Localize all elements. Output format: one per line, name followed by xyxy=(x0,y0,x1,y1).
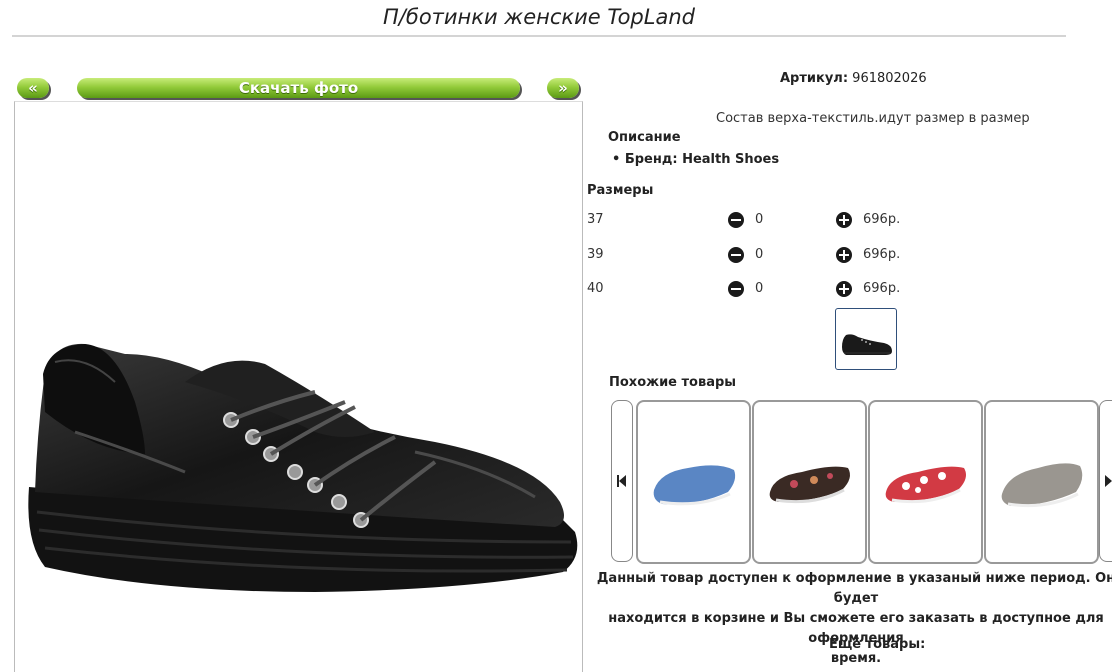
floral-slip-on-shoe-icon xyxy=(769,466,850,504)
similar-item[interactable] xyxy=(636,400,751,564)
composition-text: Состав верха-текстиль.идут размер в разм… xyxy=(716,111,1030,126)
blue-slip-on-shoe-icon xyxy=(653,465,736,506)
chevron-right-icon xyxy=(1105,475,1112,487)
price-value: 696р. xyxy=(863,281,901,296)
size-row: 37 0 696р. xyxy=(587,210,917,230)
carousel-prev-button[interactable] xyxy=(611,400,633,562)
red-pattern-slip-on-shoe-icon xyxy=(885,466,966,504)
brand-item: • Бренд: Health Shoes xyxy=(612,152,780,167)
size-value: 39 xyxy=(587,247,604,262)
notice-line: Данный товар доступен к оформление в ука… xyxy=(596,571,1112,606)
product-photo xyxy=(14,101,583,672)
black-sneaker-image xyxy=(28,343,578,592)
brand-text: Бренд: Health Shoes xyxy=(624,152,780,167)
plus-icon[interactable] xyxy=(836,212,852,228)
quantity-value: 0 xyxy=(755,247,764,262)
grey-slip-on-shoe-icon xyxy=(1001,463,1083,508)
notice-line: время. xyxy=(830,651,882,666)
plus-icon[interactable] xyxy=(836,281,852,297)
quantity-value: 0 xyxy=(755,281,764,296)
minus-icon[interactable] xyxy=(728,212,744,228)
page-title: П/ботинки женские TopLand xyxy=(383,5,695,29)
more-products-heading: Ещё товары: xyxy=(829,637,926,652)
size-value: 37 xyxy=(587,212,604,227)
prev-photo-button[interactable]: « xyxy=(17,78,49,98)
sizes-heading: Размеры xyxy=(587,183,654,198)
price-value: 696р. xyxy=(863,247,901,262)
product-thumbnail[interactable] xyxy=(835,308,897,370)
next-photo-button[interactable]: » xyxy=(547,78,579,98)
article-line: Артикул: 961802026 xyxy=(780,71,927,86)
carousel-next-button[interactable] xyxy=(1099,400,1112,562)
download-photo-button[interactable]: Скачать фото xyxy=(77,78,520,98)
article-label: Артикул: xyxy=(780,71,849,86)
black-sneaker-thumb-icon xyxy=(842,334,892,355)
size-row: 40 0 696р. xyxy=(587,279,917,299)
availability-notice: Данный товар доступен к оформление в ука… xyxy=(586,569,1112,669)
minus-icon[interactable] xyxy=(728,281,744,297)
skip-back-icon xyxy=(617,475,626,487)
similar-products-heading: Похожие товары xyxy=(609,375,737,390)
size-value: 40 xyxy=(587,281,604,296)
article-value: 961802026 xyxy=(852,71,927,86)
size-row: 39 0 696р. xyxy=(587,245,917,265)
price-value: 696р. xyxy=(863,212,901,227)
description-heading: Описание xyxy=(608,130,681,145)
plus-icon[interactable] xyxy=(836,247,852,263)
quantity-value: 0 xyxy=(755,212,764,227)
title-divider xyxy=(12,35,1066,37)
minus-icon[interactable] xyxy=(728,247,744,263)
similar-item[interactable] xyxy=(868,400,983,564)
similar-item[interactable] xyxy=(984,400,1099,564)
similar-item[interactable] xyxy=(752,400,867,564)
